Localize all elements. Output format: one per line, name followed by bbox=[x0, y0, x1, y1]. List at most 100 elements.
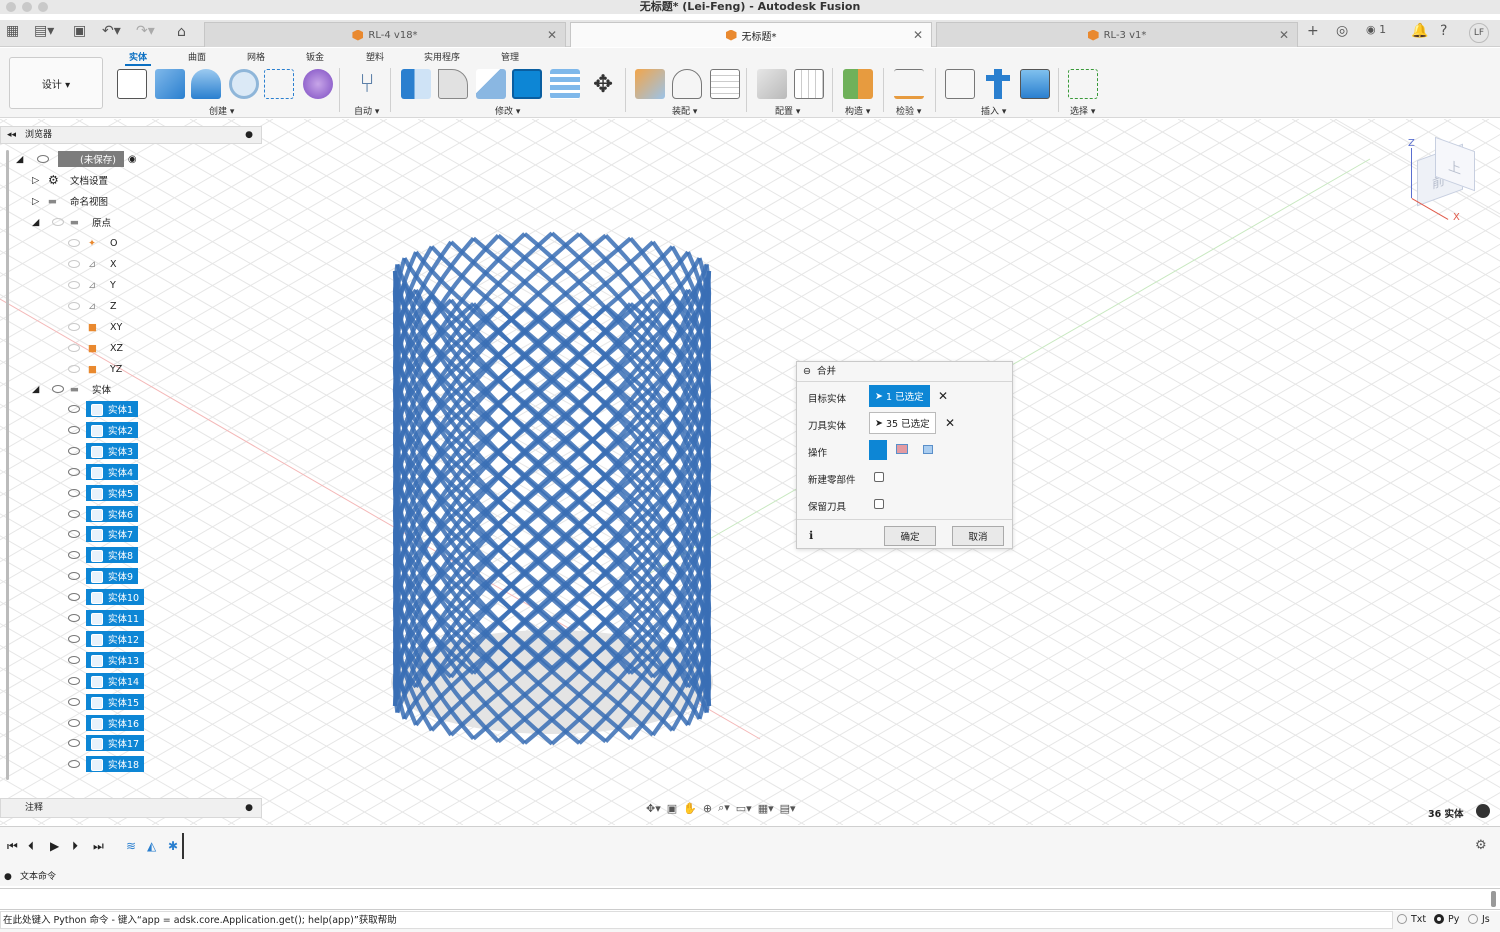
group-construct[interactable]: 构造 ▾ bbox=[845, 104, 870, 117]
ribbon-tab-utilities[interactable]: 实用程序 bbox=[424, 50, 460, 63]
press-pull-icon[interactable] bbox=[401, 69, 431, 99]
insert-mesh-icon[interactable] bbox=[983, 69, 1013, 99]
timeline-play-icon[interactable]: ▶ bbox=[50, 839, 59, 853]
group-insert[interactable]: 插入 ▾ bbox=[981, 104, 1006, 117]
origin-item[interactable]: ■ XZ bbox=[64, 339, 123, 357]
group-inspect[interactable]: 检验 ▾ bbox=[896, 104, 921, 117]
group-configure[interactable]: 配置 ▾ bbox=[775, 104, 800, 117]
origin-item[interactable]: ■ XY bbox=[64, 318, 122, 336]
body-row[interactable]: 实体3 bbox=[64, 442, 139, 460]
new-tab-icon[interactable]: + bbox=[1307, 23, 1319, 39]
redo-icon[interactable]: ↷▾ bbox=[136, 23, 155, 39]
group-create[interactable]: 创建 ▾ bbox=[209, 104, 234, 117]
close-tab-icon[interactable]: ✕ bbox=[547, 28, 557, 42]
avatar[interactable]: LF bbox=[1469, 23, 1489, 43]
visibility-eye-icon[interactable] bbox=[68, 239, 80, 247]
body-row[interactable]: 实体7 bbox=[64, 525, 139, 543]
visibility-eye-icon[interactable] bbox=[68, 302, 80, 310]
configure-icon[interactable] bbox=[757, 69, 787, 99]
ribbon-tab-solid[interactable]: 实体 bbox=[124, 50, 152, 66]
body-item[interactable]: 实体13 bbox=[86, 651, 145, 668]
timeline-last-icon[interactable]: ⏭ bbox=[93, 839, 104, 854]
home-icon[interactable]: ⌂ bbox=[177, 24, 186, 40]
visibility-eye-icon[interactable] bbox=[68, 281, 80, 289]
body-item[interactable]: 实体3 bbox=[86, 442, 139, 459]
operation-cut-button[interactable] bbox=[896, 444, 908, 454]
body-row[interactable]: 实体9 bbox=[64, 567, 139, 585]
output-scrollbar[interactable] bbox=[1491, 891, 1496, 907]
group-select[interactable]: 选择 ▾ bbox=[1070, 104, 1095, 117]
tab-rl4[interactable]: RL-4 v18* ✕ bbox=[204, 22, 566, 47]
new-component-checkbox[interactable] bbox=[874, 472, 884, 482]
tool-body-selector[interactable]: ➤ 35 已选定 bbox=[869, 412, 936, 434]
body-item[interactable]: 实体9 bbox=[86, 568, 139, 585]
body-row[interactable]: 实体6 bbox=[64, 505, 139, 523]
browser-header[interactable]: ◂◂ 浏览器 ● bbox=[0, 126, 262, 144]
joint-icon[interactable] bbox=[672, 69, 702, 99]
visibility-eye-icon[interactable] bbox=[68, 614, 80, 622]
fillet-icon[interactable] bbox=[438, 69, 468, 99]
body-item[interactable]: 实体18 bbox=[86, 756, 145, 773]
activate-radio-icon[interactable]: ◉ bbox=[128, 154, 137, 165]
body-item[interactable]: 实体16 bbox=[86, 714, 145, 731]
origin-item[interactable]: ✦ O bbox=[64, 234, 117, 252]
visibility-eye-icon[interactable] bbox=[52, 218, 64, 226]
lattice-cylinder-body[interactable] bbox=[391, 231, 713, 746]
move-icon[interactable]: ✥ bbox=[588, 69, 618, 99]
browser-root[interactable]: ◢ (未保存) ◉ bbox=[16, 150, 137, 168]
app-grid-icon[interactable]: ▦ bbox=[6, 23, 19, 39]
body-row[interactable]: 实体15 bbox=[64, 693, 145, 711]
minimize-window-icon[interactable] bbox=[22, 2, 32, 12]
viewcube[interactable]: 前 上 Z X bbox=[1403, 136, 1483, 228]
origin-item[interactable]: ⊿ X bbox=[64, 255, 117, 273]
browser-item-bodies[interactable]: ◢ ▬ 实体 bbox=[32, 380, 111, 398]
visibility-eye-icon[interactable] bbox=[68, 572, 80, 581]
visibility-eye-icon[interactable] bbox=[68, 344, 80, 352]
collapse-commands-icon[interactable]: ● bbox=[4, 868, 12, 886]
expand-triangle-icon[interactable]: ◢ bbox=[32, 384, 48, 395]
ok-button[interactable]: 确定 bbox=[884, 526, 936, 546]
zoom-window-icon[interactable] bbox=[38, 2, 48, 12]
config-table-icon[interactable] bbox=[794, 69, 824, 99]
notifications-icon[interactable]: 🔔 bbox=[1411, 23, 1428, 39]
body-row[interactable]: 实体18 bbox=[64, 755, 145, 773]
group-automate[interactable]: 自动 ▾ bbox=[354, 104, 379, 117]
body-item[interactable]: 实体15 bbox=[86, 693, 145, 710]
body-item[interactable]: 实体17 bbox=[86, 735, 145, 752]
visibility-eye-icon[interactable] bbox=[68, 260, 80, 268]
collapse-dialog-icon[interactable]: ⊖ bbox=[803, 362, 811, 382]
new-component-icon[interactable] bbox=[635, 69, 665, 99]
zoom-icon[interactable]: ⊕ bbox=[703, 802, 712, 815]
visibility-eye-icon[interactable] bbox=[68, 365, 80, 373]
timeline-feature-icon[interactable]: ✱ bbox=[168, 839, 178, 853]
target-body-selector[interactable]: ➤ 1 已选定 bbox=[869, 385, 930, 407]
help-icon[interactable]: ? bbox=[1440, 23, 1447, 39]
visibility-eye-icon[interactable] bbox=[68, 676, 80, 685]
cancel-button[interactable]: 取消 bbox=[952, 526, 1004, 546]
ribbon-tab-manage[interactable]: 管理 bbox=[501, 50, 519, 63]
visibility-eye-icon[interactable] bbox=[52, 385, 64, 393]
browser-item-named-views[interactable]: ▷ ▬ 命名视图 bbox=[32, 192, 108, 210]
browser-item-document-settings[interactable]: ▷ ⚙ 文档设置 bbox=[32, 171, 108, 189]
ribbon-tab-surface[interactable]: 曲面 bbox=[188, 50, 206, 63]
notes-options-icon[interactable]: ● bbox=[245, 799, 253, 817]
chamfer-icon[interactable] bbox=[476, 69, 506, 99]
origin-item[interactable]: ⊿ Z bbox=[64, 297, 117, 315]
orbit-icon[interactable]: ✥▾ bbox=[646, 802, 661, 815]
visibility-eye-icon[interactable] bbox=[68, 718, 80, 727]
tab-rl3[interactable]: RL-3 v1* ✕ bbox=[936, 22, 1298, 47]
display-settings-icon[interactable]: ▭▾ bbox=[736, 802, 752, 815]
save-icon[interactable]: ▣ bbox=[73, 23, 86, 39]
visibility-eye-icon[interactable] bbox=[68, 467, 80, 476]
body-row[interactable]: 实体11 bbox=[64, 609, 145, 627]
visibility-eye-icon[interactable] bbox=[68, 509, 80, 518]
body-item[interactable]: 实体7 bbox=[86, 526, 139, 543]
construct-plane-icon[interactable] bbox=[843, 69, 873, 99]
body-item[interactable]: 实体2 bbox=[86, 421, 139, 438]
body-item[interactable]: 实体1 bbox=[86, 401, 139, 417]
body-row[interactable]: 实体4 bbox=[64, 463, 139, 481]
visibility-eye-icon[interactable] bbox=[68, 530, 80, 539]
text-commands-header[interactable]: ● 文本命令 bbox=[0, 868, 1500, 886]
body-row[interactable]: 实体1 bbox=[64, 400, 139, 418]
automate-icon[interactable]: ⑂ bbox=[352, 69, 382, 99]
